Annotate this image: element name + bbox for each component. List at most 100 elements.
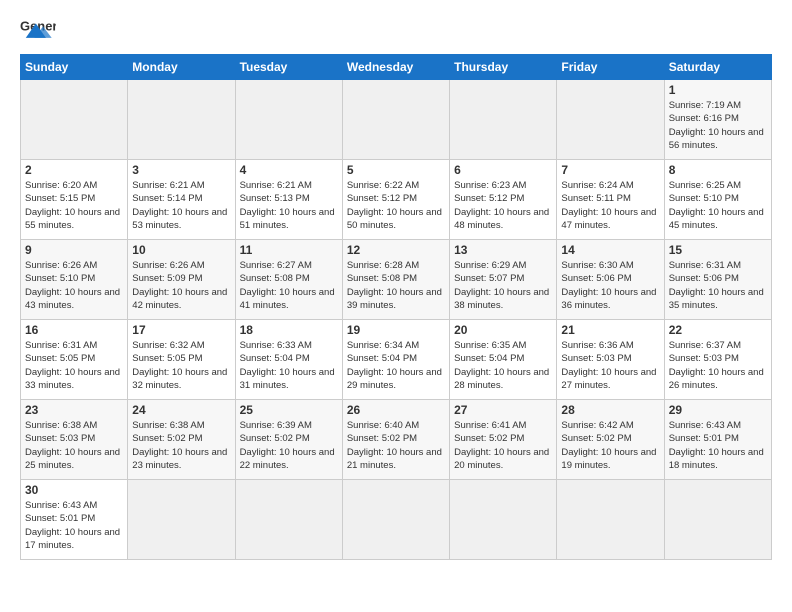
- day-number: 17: [132, 323, 230, 337]
- calendar-cell: 17 Sunrise: 6:32 AMSunset: 5:05 PMDayligh…: [128, 320, 235, 400]
- day-number: 6: [454, 163, 552, 177]
- calendar-cell: [450, 480, 557, 560]
- calendar-cell: 28 Sunrise: 6:42 AMSunset: 5:02 PMDayligh…: [557, 400, 664, 480]
- logo-icon: General: [20, 16, 56, 44]
- calendar-cell: [128, 480, 235, 560]
- day-number: 25: [240, 403, 338, 417]
- day-info: Sunrise: 7:19 AMSunset: 6:16 PMDaylight:…: [669, 99, 767, 152]
- calendar-cell: [21, 80, 128, 160]
- day-info: Sunrise: 6:29 AMSunset: 5:07 PMDaylight:…: [454, 259, 552, 312]
- calendar-cell: 16 Sunrise: 6:31 AMSunset: 5:05 PMDayligh…: [21, 320, 128, 400]
- calendar-cell: [235, 80, 342, 160]
- calendar-cell: 25 Sunrise: 6:39 AMSunset: 5:02 PMDayligh…: [235, 400, 342, 480]
- calendar-cell: 12 Sunrise: 6:28 AMSunset: 5:08 PMDayligh…: [342, 240, 449, 320]
- day-number: 8: [669, 163, 767, 177]
- calendar-cell: 23 Sunrise: 6:38 AMSunset: 5:03 PMDayligh…: [21, 400, 128, 480]
- calendar-cell: 24 Sunrise: 6:38 AMSunset: 5:02 PMDayligh…: [128, 400, 235, 480]
- day-number: 26: [347, 403, 445, 417]
- day-info: Sunrise: 6:41 AMSunset: 5:02 PMDaylight:…: [454, 419, 552, 472]
- day-info: Sunrise: 6:31 AMSunset: 5:05 PMDaylight:…: [25, 339, 123, 392]
- day-info: Sunrise: 6:31 AMSunset: 5:06 PMDaylight:…: [669, 259, 767, 312]
- calendar-cell: [128, 80, 235, 160]
- day-number: 7: [561, 163, 659, 177]
- day-number: 11: [240, 243, 338, 257]
- day-of-week-header: Sunday: [21, 55, 128, 80]
- day-number: 30: [25, 483, 123, 497]
- day-number: 29: [669, 403, 767, 417]
- calendar-cell: 30 Sunrise: 6:43 AMSunset: 5:01 PMDayligh…: [21, 480, 128, 560]
- day-info: Sunrise: 6:35 AMSunset: 5:04 PMDaylight:…: [454, 339, 552, 392]
- calendar-cell: [557, 80, 664, 160]
- day-info: Sunrise: 6:27 AMSunset: 5:08 PMDaylight:…: [240, 259, 338, 312]
- day-info: Sunrise: 6:25 AMSunset: 5:10 PMDaylight:…: [669, 179, 767, 232]
- calendar-cell: [557, 480, 664, 560]
- day-number: 5: [347, 163, 445, 177]
- day-of-week-header: Wednesday: [342, 55, 449, 80]
- day-number: 1: [669, 83, 767, 97]
- calendar-cell: 4 Sunrise: 6:21 AMSunset: 5:13 PMDaylight…: [235, 160, 342, 240]
- day-number: 20: [454, 323, 552, 337]
- day-of-week-header: Thursday: [450, 55, 557, 80]
- calendar-cell: 1 Sunrise: 7:19 AMSunset: 6:16 PMDaylight…: [664, 80, 771, 160]
- day-number: 19: [347, 323, 445, 337]
- day-number: 4: [240, 163, 338, 177]
- day-info: Sunrise: 6:33 AMSunset: 5:04 PMDaylight:…: [240, 339, 338, 392]
- day-number: 16: [25, 323, 123, 337]
- day-of-week-header: Tuesday: [235, 55, 342, 80]
- day-info: Sunrise: 6:39 AMSunset: 5:02 PMDaylight:…: [240, 419, 338, 472]
- day-info: Sunrise: 6:38 AMSunset: 5:02 PMDaylight:…: [132, 419, 230, 472]
- day-info: Sunrise: 6:43 AMSunset: 5:01 PMDaylight:…: [669, 419, 767, 472]
- calendar-cell: 15Sunrise: 6:31 AMSunset: 5:06 PMDayligh…: [664, 240, 771, 320]
- calendar-cell: 29 Sunrise: 6:43 AMSunset: 5:01 PMDayligh…: [664, 400, 771, 480]
- page-header: General: [20, 16, 772, 44]
- calendar-cell: 6 Sunrise: 6:23 AMSunset: 5:12 PMDaylight…: [450, 160, 557, 240]
- calendar-cell: [450, 80, 557, 160]
- day-info: Sunrise: 6:28 AMSunset: 5:08 PMDaylight:…: [347, 259, 445, 312]
- day-info: Sunrise: 6:42 AMSunset: 5:02 PMDaylight:…: [561, 419, 659, 472]
- day-info: Sunrise: 6:40 AMSunset: 5:02 PMDaylight:…: [347, 419, 445, 472]
- calendar-cell: [235, 480, 342, 560]
- day-number: 27: [454, 403, 552, 417]
- day-info: Sunrise: 6:23 AMSunset: 5:12 PMDaylight:…: [454, 179, 552, 232]
- day-number: 18: [240, 323, 338, 337]
- logo: General: [20, 16, 60, 44]
- day-info: Sunrise: 6:43 AMSunset: 5:01 PMDaylight:…: [25, 499, 123, 552]
- day-info: Sunrise: 6:26 AMSunset: 5:09 PMDaylight:…: [132, 259, 230, 312]
- calendar-cell: 20 Sunrise: 6:35 AMSunset: 5:04 PMDayligh…: [450, 320, 557, 400]
- day-number: 2: [25, 163, 123, 177]
- calendar-cell: 5 Sunrise: 6:22 AMSunset: 5:12 PMDaylight…: [342, 160, 449, 240]
- day-info: Sunrise: 6:34 AMSunset: 5:04 PMDaylight:…: [347, 339, 445, 392]
- calendar-cell: 13 Sunrise: 6:29 AMSunset: 5:07 PMDayligh…: [450, 240, 557, 320]
- calendar-cell: 9Sunrise: 6:26 AMSunset: 5:10 PMDaylight…: [21, 240, 128, 320]
- day-of-week-header: Saturday: [664, 55, 771, 80]
- day-number: 12: [347, 243, 445, 257]
- day-info: Sunrise: 6:24 AMSunset: 5:11 PMDaylight:…: [561, 179, 659, 232]
- calendar-cell: 8 Sunrise: 6:25 AMSunset: 5:10 PMDaylight…: [664, 160, 771, 240]
- day-number: 13: [454, 243, 552, 257]
- day-number: 9: [25, 243, 123, 257]
- calendar-header-row: SundayMondayTuesdayWednesdayThursdayFrid…: [21, 55, 772, 80]
- calendar-cell: 7 Sunrise: 6:24 AMSunset: 5:11 PMDaylight…: [557, 160, 664, 240]
- day-number: 28: [561, 403, 659, 417]
- calendar-cell: 2Sunrise: 6:20 AMSunset: 5:15 PMDaylight…: [21, 160, 128, 240]
- calendar-cell: 19 Sunrise: 6:34 AMSunset: 5:04 PMDayligh…: [342, 320, 449, 400]
- calendar-cell: 26 Sunrise: 6:40 AMSunset: 5:02 PMDayligh…: [342, 400, 449, 480]
- day-info: Sunrise: 6:30 AMSunset: 5:06 PMDaylight:…: [561, 259, 659, 312]
- calendar-cell: [342, 480, 449, 560]
- day-number: 23: [25, 403, 123, 417]
- day-info: Sunrise: 6:22 AMSunset: 5:12 PMDaylight:…: [347, 179, 445, 232]
- day-number: 3: [132, 163, 230, 177]
- calendar-cell: [664, 480, 771, 560]
- calendar-cell: 10 Sunrise: 6:26 AMSunset: 5:09 PMDayligh…: [128, 240, 235, 320]
- calendar-cell: 18 Sunrise: 6:33 AMSunset: 5:04 PMDayligh…: [235, 320, 342, 400]
- day-number: 24: [132, 403, 230, 417]
- calendar-table: SundayMondayTuesdayWednesdayThursdayFrid…: [20, 54, 772, 560]
- calendar-cell: 27 Sunrise: 6:41 AMSunset: 5:02 PMDayligh…: [450, 400, 557, 480]
- day-info: Sunrise: 6:37 AMSunset: 5:03 PMDaylight:…: [669, 339, 767, 392]
- day-info: Sunrise: 6:38 AMSunset: 5:03 PMDaylight:…: [25, 419, 123, 472]
- day-number: 10: [132, 243, 230, 257]
- day-info: Sunrise: 6:32 AMSunset: 5:05 PMDaylight:…: [132, 339, 230, 392]
- day-info: Sunrise: 6:21 AMSunset: 5:14 PMDaylight:…: [132, 179, 230, 232]
- day-of-week-header: Friday: [557, 55, 664, 80]
- day-info: Sunrise: 6:21 AMSunset: 5:13 PMDaylight:…: [240, 179, 338, 232]
